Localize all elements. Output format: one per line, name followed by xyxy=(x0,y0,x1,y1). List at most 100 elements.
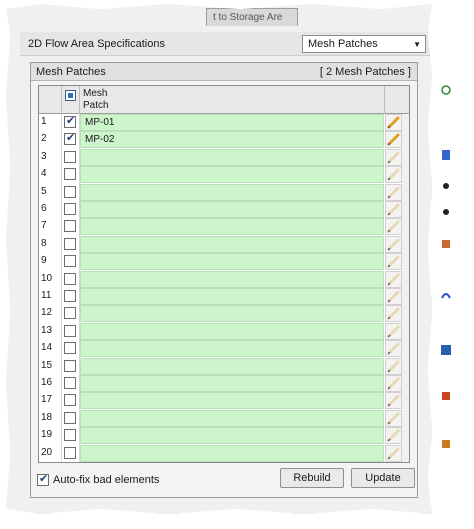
mesh-patch-name-cell[interactable] xyxy=(80,183,384,201)
mesh-patch-name-cell[interactable]: MP-01 xyxy=(80,114,384,131)
table-row[interactable]: 20 xyxy=(39,444,409,462)
row-checkbox[interactable]: ✔ xyxy=(64,115,76,128)
table-header: Mesh Patch xyxy=(39,86,409,114)
mesh-patch-column-header: Mesh Patch xyxy=(83,88,109,112)
edit-mesh-patch-button[interactable] xyxy=(385,114,402,131)
edit-mesh-patch-button[interactable] xyxy=(385,444,402,462)
table-row[interactable]: 15 xyxy=(39,357,409,375)
row-checkbox[interactable] xyxy=(64,272,76,285)
edit-mesh-patch-button[interactable] xyxy=(385,305,402,323)
table-row[interactable]: 5 xyxy=(39,183,409,201)
edit-mesh-patch-button[interactable] xyxy=(385,270,402,288)
table-row[interactable]: 3 xyxy=(39,148,409,166)
toolbar-icon xyxy=(443,183,449,189)
select-all-checkbox[interactable] xyxy=(65,90,76,101)
mesh-patch-name-cell[interactable] xyxy=(80,340,384,358)
row-checkbox[interactable] xyxy=(64,446,76,459)
pencil-icon xyxy=(387,394,400,407)
edit-mesh-patch-button[interactable] xyxy=(385,148,402,166)
mesh-patch-name-cell[interactable] xyxy=(80,270,384,288)
edit-mesh-patch-button[interactable] xyxy=(385,183,402,201)
row-checkbox[interactable] xyxy=(64,429,76,442)
table-row[interactable]: 2 ✔ MP-02 xyxy=(39,131,409,149)
auto-fix-checkbox[interactable]: ✔ xyxy=(37,473,49,486)
edit-mesh-patch-button[interactable] xyxy=(385,392,402,410)
row-checkbox[interactable] xyxy=(64,307,76,320)
mesh-patch-name-cell[interactable] xyxy=(80,444,384,462)
mesh-patch-name-cell[interactable] xyxy=(80,235,384,253)
edit-mesh-patch-button[interactable] xyxy=(385,201,402,218)
table-row[interactable]: 16 xyxy=(39,375,409,392)
mesh-patch-name-cell[interactable] xyxy=(80,253,384,271)
row-checkbox[interactable] xyxy=(64,185,76,198)
mesh-patch-name-cell[interactable] xyxy=(80,392,384,410)
table-row[interactable]: 8 xyxy=(39,235,409,253)
mesh-patch-name-cell[interactable] xyxy=(80,322,384,340)
chevron-down-icon[interactable]: ▼ xyxy=(413,40,421,49)
table-row[interactable]: 4 xyxy=(39,166,409,184)
update-button[interactable]: Update xyxy=(351,468,415,488)
rebuild-button[interactable]: Rebuild xyxy=(280,468,344,488)
mesh-patch-table: Mesh Patch 1 ✔ MP-01 2 ✔ MP-02 3 4 5 6 7 8 9 10 11 12 13… xyxy=(38,85,410,463)
table-row[interactable]: 19 xyxy=(39,427,409,445)
mesh-patch-name-cell[interactable] xyxy=(80,357,384,375)
toolbar-icon xyxy=(441,293,451,299)
pencil-icon xyxy=(387,290,400,303)
toolbar-icon xyxy=(442,392,450,400)
mesh-patch-name-cell[interactable] xyxy=(80,288,384,305)
edit-mesh-patch-button[interactable] xyxy=(385,218,402,236)
table-row[interactable]: 9 xyxy=(39,253,409,271)
edit-mesh-patch-button[interactable] xyxy=(385,288,402,305)
row-number: 7 xyxy=(41,220,47,232)
table-row[interactable]: 12 xyxy=(39,305,409,323)
specification-type-dropdown[interactable]: Mesh Patches ▼ xyxy=(302,35,426,53)
mesh-patch-name-cell[interactable] xyxy=(80,427,384,445)
row-checkbox[interactable] xyxy=(64,342,76,355)
row-checkbox[interactable] xyxy=(64,150,76,163)
row-checkbox[interactable] xyxy=(64,168,76,181)
table-row[interactable]: 11 xyxy=(39,288,409,305)
pencil-icon xyxy=(387,168,400,181)
mesh-patch-name-cell[interactable] xyxy=(80,201,384,218)
edit-mesh-patch-button[interactable] xyxy=(385,166,402,184)
table-row[interactable]: 1 ✔ MP-01 xyxy=(39,114,409,131)
edit-mesh-patch-button[interactable] xyxy=(385,235,402,253)
row-checkbox[interactable] xyxy=(64,359,76,372)
edit-mesh-patch-button[interactable] xyxy=(385,409,402,427)
edit-mesh-patch-button[interactable] xyxy=(385,322,402,340)
mesh-patch-name-cell[interactable] xyxy=(80,375,384,392)
mesh-patch-name-cell[interactable] xyxy=(80,218,384,236)
mesh-patch-name-cell[interactable]: MP-02 xyxy=(80,131,384,149)
row-checkbox[interactable] xyxy=(64,237,76,250)
table-row[interactable]: 7 xyxy=(39,218,409,236)
row-checkbox[interactable] xyxy=(64,255,76,268)
mesh-patch-name-cell[interactable] xyxy=(80,305,384,323)
row-checkbox[interactable]: ✔ xyxy=(64,132,76,146)
row-checkbox[interactable] xyxy=(64,394,76,407)
table-row[interactable]: 10 xyxy=(39,270,409,288)
table-row[interactable]: 17 xyxy=(39,392,409,410)
edit-mesh-patch-button[interactable] xyxy=(385,340,402,358)
mesh-patch-name-cell[interactable] xyxy=(80,409,384,427)
row-checkbox[interactable] xyxy=(64,290,76,302)
table-row[interactable]: 6 xyxy=(39,201,409,218)
row-checkbox[interactable] xyxy=(64,324,76,337)
table-row[interactable]: 13 xyxy=(39,322,409,340)
row-checkbox[interactable] xyxy=(64,411,76,424)
edit-mesh-patch-button[interactable] xyxy=(385,253,402,271)
row-checkbox[interactable] xyxy=(64,203,76,215)
row-checkbox[interactable] xyxy=(64,220,76,233)
mesh-patches-group: Mesh Patches [ 2 Mesh Patches ] Mesh Pat… xyxy=(30,62,418,498)
mesh-patch-name-cell[interactable] xyxy=(80,148,384,166)
edit-mesh-patch-button[interactable] xyxy=(385,357,402,375)
table-row[interactable]: 18 xyxy=(39,409,409,427)
row-number: 12 xyxy=(41,307,53,319)
edit-mesh-patch-button[interactable] xyxy=(385,427,402,445)
pencil-icon xyxy=(387,429,400,442)
edit-mesh-patch-button[interactable] xyxy=(385,375,402,392)
row-checkbox[interactable] xyxy=(64,377,76,389)
edit-mesh-patch-button[interactable] xyxy=(385,131,402,149)
table-row[interactable]: 14 xyxy=(39,340,409,358)
background-tab[interactable]: t to Storage Are xyxy=(206,8,298,26)
mesh-patch-name-cell[interactable] xyxy=(80,166,384,184)
